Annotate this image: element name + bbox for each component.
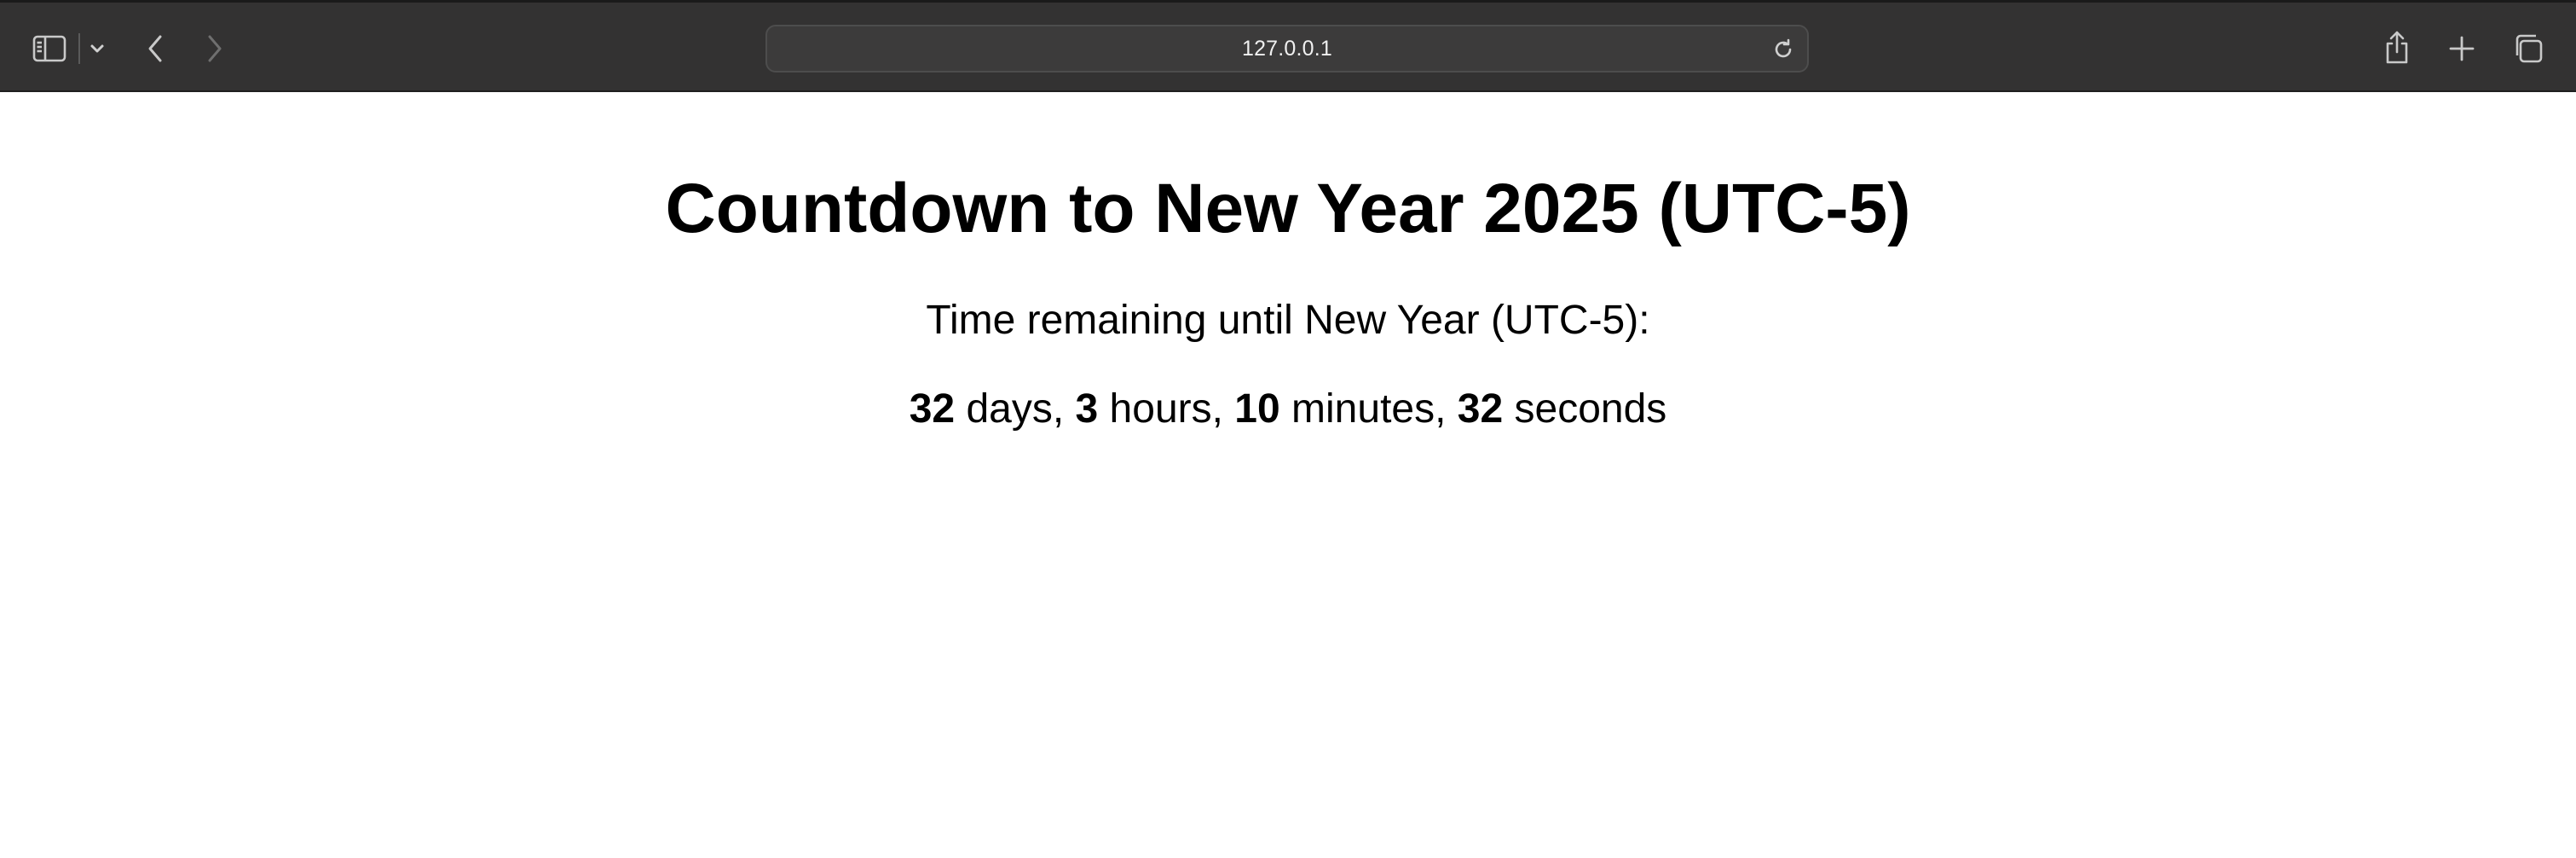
address-bar[interactable]: 127.0.0.1 (765, 25, 1809, 72)
share-icon[interactable] (2380, 26, 2414, 69)
days-value: 32 (909, 386, 956, 432)
seconds-value: 32 (1457, 386, 1504, 432)
days-label: days, (955, 386, 1076, 432)
hours-label: hours, (1098, 386, 1235, 432)
countdown-display: 32 days, 3 hours, 10 minutes, 32 seconds (0, 389, 2576, 430)
seconds-label: seconds (1503, 386, 1667, 432)
address-url: 127.0.0.1 (1241, 36, 1333, 61)
toolbar-divider (78, 33, 80, 64)
page-title: Countdown to New Year 2025 (UTC-5) (665, 170, 1911, 247)
reload-icon[interactable] (1768, 34, 1799, 65)
minutes-value: 10 (1234, 386, 1280, 432)
chevron-down-icon[interactable] (85, 35, 109, 62)
chevron-right-icon[interactable] (198, 30, 232, 67)
browser-toolbar: 127.0.0.1 (0, 0, 2576, 92)
page-content: Countdown to New Year 2025 (UTC-5) Time … (0, 92, 2576, 858)
hours-value: 3 (1075, 386, 1099, 432)
countdown-subtitle: Time remaining until New Year (UTC-5): (926, 298, 1650, 343)
tabs-overview-icon[interactable] (2510, 30, 2547, 67)
minutes-label: minutes, (1279, 386, 1458, 432)
sidebar-icon[interactable] (29, 28, 70, 69)
plus-icon[interactable] (2443, 30, 2481, 67)
chevron-left-icon[interactable] (138, 30, 172, 67)
